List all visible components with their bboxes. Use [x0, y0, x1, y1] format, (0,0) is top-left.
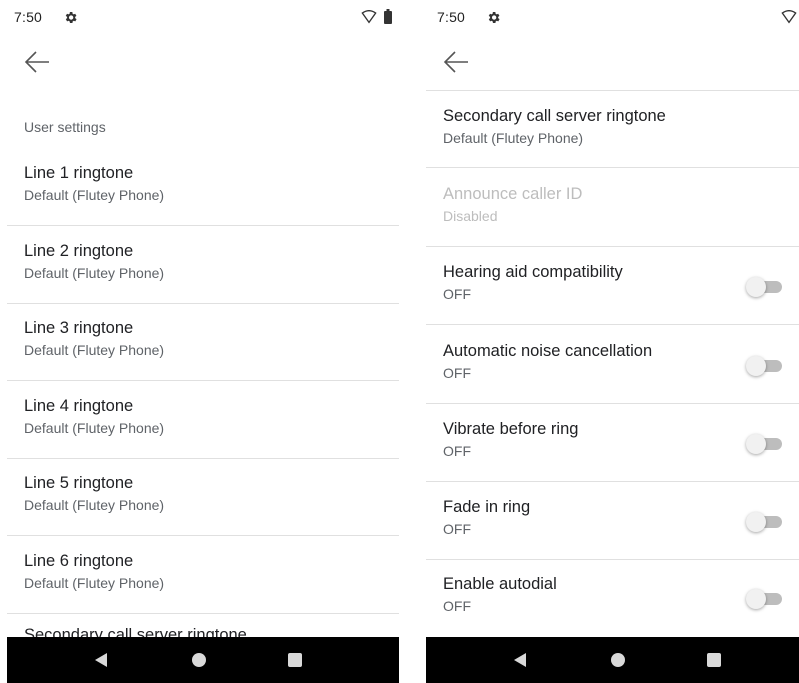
settings-list[interactable]: Secondary call server ringtone Default (…: [426, 90, 799, 637]
item-title: Line 3 ringtone: [24, 319, 134, 337]
item-title: Line 4 ringtone: [24, 397, 134, 415]
item-title: Automatic noise cancellation: [443, 342, 653, 360]
item-subtitle: Default (Flutey Phone): [24, 420, 165, 436]
triangle-back-icon[interactable]: [95, 653, 107, 667]
item-title: Line 2 ringtone: [24, 242, 134, 260]
item-subtitle: Default (Flutey Phone): [24, 187, 165, 203]
right-screen: 7:50 Secondary call server ringtone Defa…: [426, 0, 799, 683]
arrow-left-icon[interactable]: [443, 50, 469, 74]
status-bar: 7:50: [426, 0, 799, 36]
item-subtitle: Default (Flutey Phone): [24, 497, 165, 513]
item-subtitle: OFF: [443, 365, 471, 381]
item-title: Line 1 ringtone: [24, 164, 134, 182]
item-subtitle: OFF: [443, 286, 471, 302]
settings-list[interactable]: User settings Line 1 ringtone Default (F…: [7, 105, 399, 637]
item-subtitle: OFF: [443, 598, 471, 614]
toggle-switch[interactable]: [746, 277, 782, 297]
item-title: Vibrate before ring: [443, 420, 579, 438]
section-header: User settings: [24, 119, 106, 135]
toggle-switch[interactable]: [746, 512, 782, 532]
item-title: Fade in ring: [443, 498, 531, 516]
wifi-icon: [781, 10, 797, 24]
list-item[interactable]: Hearing aid compatibility OFF: [426, 247, 799, 325]
square-recents-icon[interactable]: [707, 653, 721, 667]
list-item[interactable]: Vibrate before ring OFF: [426, 404, 799, 482]
list-item[interactable]: Fade in ring OFF: [426, 482, 799, 560]
item-title: Enable autodial: [443, 575, 557, 593]
list-item-disabled: Announce caller ID Disabled: [426, 169, 799, 247]
list-item[interactable]: Line 1 ringtone Default (Flutey Phone): [7, 148, 399, 226]
toggle-switch[interactable]: [746, 434, 782, 454]
status-bar: 7:50: [7, 0, 399, 36]
gear-icon: [488, 12, 500, 23]
circle-home-icon[interactable]: [611, 653, 625, 667]
item-subtitle: Default (Flutey Phone): [24, 265, 165, 281]
status-time: 7:50: [14, 9, 43, 25]
square-recents-icon[interactable]: [288, 653, 302, 667]
list-item[interactable]: Line 5 ringtone Default (Flutey Phone): [7, 458, 399, 536]
arrow-left-icon[interactable]: [24, 50, 50, 74]
navigation-bar: [7, 637, 399, 683]
toggle-switch[interactable]: [746, 356, 782, 376]
wifi-icon: [361, 10, 377, 24]
item-title: Secondary call server ringtone: [443, 107, 666, 125]
gear-icon: [65, 12, 77, 23]
list-item[interactable]: Enable autodial OFF: [426, 559, 799, 637]
item-subtitle: OFF: [443, 443, 471, 459]
item-subtitle: Default (Flutey Phone): [24, 342, 165, 358]
list-item[interactable]: Automatic noise cancellation OFF: [426, 326, 799, 404]
left-screen: 7:50 User settings Line 1 ringtone Defau…: [7, 0, 399, 683]
item-title: Hearing aid compatibility: [443, 263, 623, 281]
status-time: 7:50: [437, 9, 466, 25]
item-title: Announce caller ID: [443, 185, 583, 203]
toggle-switch[interactable]: [746, 589, 782, 609]
item-subtitle: Default (Flutey Phone): [443, 130, 584, 146]
list-item[interactable]: Line 3 ringtone Default (Flutey Phone): [7, 303, 399, 381]
list-item[interactable]: Line 4 ringtone Default (Flutey Phone): [7, 381, 399, 459]
item-title: Line 5 ringtone: [24, 474, 134, 492]
circle-home-icon[interactable]: [192, 653, 206, 667]
list-item[interactable]: Line 2 ringtone Default (Flutey Phone): [7, 226, 399, 304]
item-title: Line 6 ringtone: [24, 552, 134, 570]
list-item[interactable]: Line 6 ringtone Default (Flutey Phone): [7, 536, 399, 614]
triangle-back-icon[interactable]: [514, 653, 526, 667]
list-item[interactable]: Secondary call server ringtone Default (…: [426, 90, 799, 168]
item-subtitle: OFF: [443, 521, 471, 537]
navigation-bar: [426, 637, 799, 683]
item-subtitle: Disabled: [443, 208, 498, 224]
item-subtitle: Default (Flutey Phone): [24, 575, 165, 591]
battery-icon: [384, 9, 392, 24]
